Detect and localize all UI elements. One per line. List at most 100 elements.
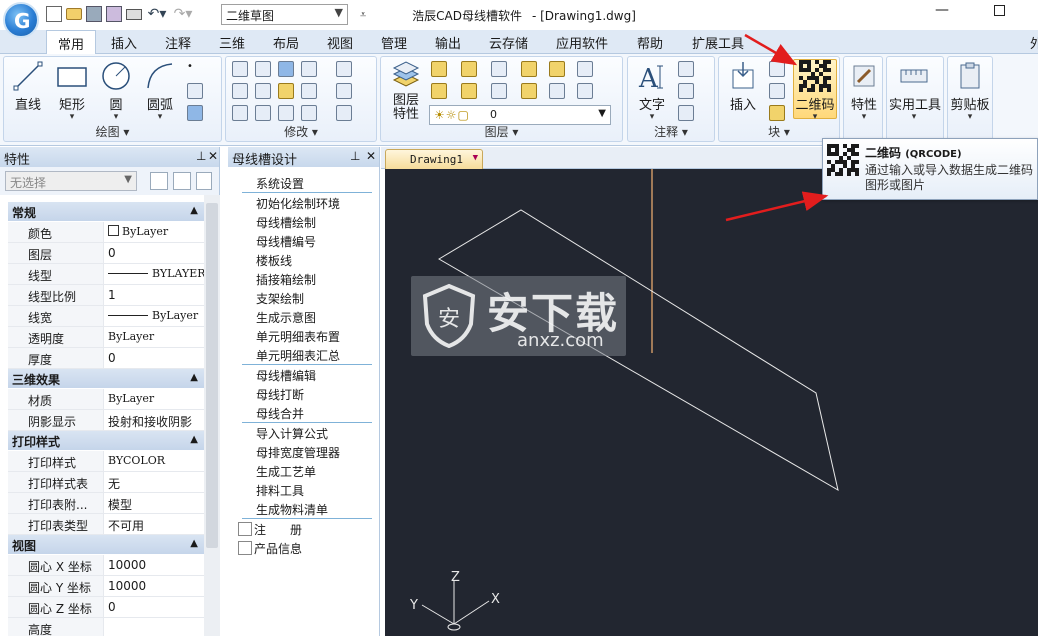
property-value[interactable]: 模型 bbox=[104, 493, 204, 513]
property-value[interactable]: 不可用 bbox=[104, 514, 204, 534]
property-row[interactable]: 线宽 ByLayer bbox=[8, 306, 204, 327]
property-value[interactable]: BYCOLOR bbox=[104, 451, 204, 471]
tab-help[interactable]: 帮助 bbox=[637, 33, 663, 52]
insert-block-button[interactable]: 插入 bbox=[721, 60, 765, 113]
tab-layout[interactable]: 布局 bbox=[273, 33, 299, 52]
property-category[interactable]: 视图 ▲ bbox=[8, 535, 204, 555]
property-category[interactable]: 打印样式 ▲ bbox=[8, 431, 204, 451]
property-row[interactable]: 透明度 ByLayer bbox=[8, 327, 204, 348]
leader-icon[interactable] bbox=[678, 83, 694, 99]
break-icon[interactable] bbox=[255, 83, 271, 99]
design-command-item[interactable]: 插接箱绘制 bbox=[234, 269, 376, 288]
property-value[interactable]: 0 bbox=[104, 348, 204, 368]
ellipse-icon[interactable] bbox=[187, 83, 203, 99]
tab-drawing1[interactable]: Drawing1 ▼ bbox=[385, 149, 483, 169]
toggle-pickadd-icon[interactable] bbox=[150, 172, 168, 190]
design-command-item[interactable]: 母排宽度管理器 bbox=[234, 442, 376, 461]
design-command-item[interactable]: 系统设置 bbox=[234, 173, 376, 192]
design-command-item[interactable]: 排料工具 bbox=[234, 480, 376, 499]
property-row[interactable]: 阴影显示 投射和接收阴影 bbox=[8, 410, 204, 431]
hatch-icon[interactable] bbox=[187, 105, 203, 121]
tab-annotate[interactable]: 注释 bbox=[165, 33, 191, 52]
design-command-item[interactable]: 母线槽绘制 bbox=[234, 212, 376, 231]
block-tool-3-icon[interactable] bbox=[769, 105, 785, 121]
property-value[interactable]: 0 bbox=[104, 597, 204, 617]
layer-tool-5-icon[interactable] bbox=[549, 61, 565, 77]
property-row[interactable]: 图层 0 bbox=[8, 243, 204, 264]
layer-tool-1-icon[interactable] bbox=[431, 61, 447, 77]
layer-tool-2-icon[interactable] bbox=[461, 61, 477, 77]
property-row[interactable]: 高度 bbox=[8, 618, 204, 636]
properties-scrollbar[interactable] bbox=[204, 195, 220, 636]
layer-tool-4-icon[interactable] bbox=[521, 61, 537, 77]
property-value[interactable]: 0 bbox=[104, 243, 204, 263]
layer-properties-button[interactable]: 图层 特性 bbox=[383, 60, 429, 122]
property-row[interactable]: 打印样式 BYCOLOR bbox=[8, 451, 204, 472]
align-icon[interactable] bbox=[336, 61, 352, 77]
property-row[interactable]: 颜色 ByLayer bbox=[8, 222, 204, 243]
tab-view[interactable]: 视图 bbox=[327, 33, 353, 52]
arc-button[interactable]: 圆弧 ▾ bbox=[138, 60, 182, 122]
close-icon[interactable]: ✕ bbox=[366, 149, 376, 163]
property-row[interactable]: 圆心 Z 坐标 0 bbox=[8, 597, 204, 618]
property-value[interactable]: BYLAYER bbox=[104, 264, 204, 284]
design-command-item[interactable]: 生成工艺单 bbox=[234, 461, 376, 480]
design-command-item[interactable]: 导入计算公式 bbox=[234, 423, 376, 442]
property-value[interactable]: ByLayer bbox=[104, 222, 204, 242]
design-command-item[interactable]: 楼板线 bbox=[234, 250, 376, 269]
rotate-icon[interactable] bbox=[255, 105, 271, 121]
table-icon[interactable] bbox=[678, 61, 694, 77]
property-value[interactable] bbox=[104, 618, 204, 636]
trim-icon[interactable] bbox=[301, 105, 317, 121]
clipboard-button[interactable]: 剪贴板 ▾ bbox=[948, 60, 992, 122]
offset-icon[interactable] bbox=[232, 83, 248, 99]
property-row[interactable]: 厚度 0 bbox=[8, 348, 204, 369]
dimension-icon[interactable] bbox=[678, 105, 694, 121]
layer-select[interactable]: ☀☼▢ 0 ▼ bbox=[429, 105, 611, 125]
tab-output[interactable]: 输出 bbox=[435, 33, 461, 52]
property-row[interactable]: 线型 BYLAYER bbox=[8, 264, 204, 285]
tab-cloud[interactable]: 云存储 bbox=[489, 33, 528, 52]
layer-tool-10-icon[interactable] bbox=[521, 83, 537, 99]
property-value[interactable]: ByLayer bbox=[104, 306, 204, 326]
design-command-item[interactable]: 单元明细表布置 bbox=[234, 326, 376, 345]
layer-tool-3-icon[interactable] bbox=[491, 61, 507, 77]
design-command-item[interactable]: 生成物料清单 bbox=[234, 499, 376, 518]
explode-icon[interactable] bbox=[336, 105, 352, 121]
property-row[interactable]: 材质 ByLayer bbox=[8, 389, 204, 410]
property-category[interactable]: 三维效果 ▲ bbox=[8, 369, 204, 389]
mirror-icon[interactable] bbox=[278, 61, 294, 77]
tab-3d[interactable]: 三维 bbox=[219, 33, 245, 52]
minimize-icon[interactable]: — bbox=[935, 2, 949, 18]
close-icon[interactable]: ✕ bbox=[208, 149, 218, 163]
property-value[interactable]: 无 bbox=[104, 472, 204, 492]
mirror-tri-icon[interactable] bbox=[278, 83, 294, 99]
property-row[interactable]: 圆心 Y 坐标 10000 bbox=[8, 576, 204, 597]
move-icon[interactable] bbox=[232, 105, 248, 121]
property-row[interactable]: 打印样式表无 bbox=[8, 472, 204, 493]
property-value[interactable]: 10000 bbox=[104, 555, 204, 575]
maximize-icon[interactable] bbox=[994, 5, 1005, 16]
tab-manage[interactable]: 管理 bbox=[381, 33, 407, 52]
design-command-item[interactable]: 母线打断 bbox=[234, 384, 376, 403]
design-command-item[interactable]: 生成示意图 bbox=[234, 307, 376, 326]
copy-icon[interactable] bbox=[255, 61, 271, 77]
pin-icon[interactable]: ⊥ bbox=[350, 149, 360, 163]
property-value[interactable]: 10000 bbox=[104, 576, 204, 596]
tab-insert[interactable]: 插入 bbox=[111, 33, 137, 52]
selection-select[interactable]: 无选择 ▼ bbox=[5, 171, 137, 191]
design-command-item[interactable]: 初始化绘制环境 bbox=[234, 193, 376, 212]
line-button[interactable]: 直线 bbox=[6, 60, 50, 113]
design-command-item[interactable]: 母线槽编辑 bbox=[234, 365, 376, 384]
tab-home[interactable]: 常用 bbox=[46, 30, 97, 54]
layer-tool-8-icon[interactable] bbox=[461, 83, 477, 99]
scale-icon[interactable] bbox=[278, 105, 294, 121]
properties-button[interactable]: 特性 ▾ bbox=[842, 60, 886, 122]
tab-extension[interactable]: 扩展工具 bbox=[692, 33, 744, 52]
product-info-item[interactable]: 产品信息 bbox=[234, 538, 376, 557]
design-command-item[interactable]: 支架绘制 bbox=[234, 288, 376, 307]
layer-tool-11-icon[interactable] bbox=[549, 83, 565, 99]
block-tool-1-icon[interactable] bbox=[769, 61, 785, 77]
property-value[interactable]: ByLayer bbox=[104, 327, 204, 347]
property-category[interactable]: 常规 ▲ bbox=[8, 202, 204, 222]
